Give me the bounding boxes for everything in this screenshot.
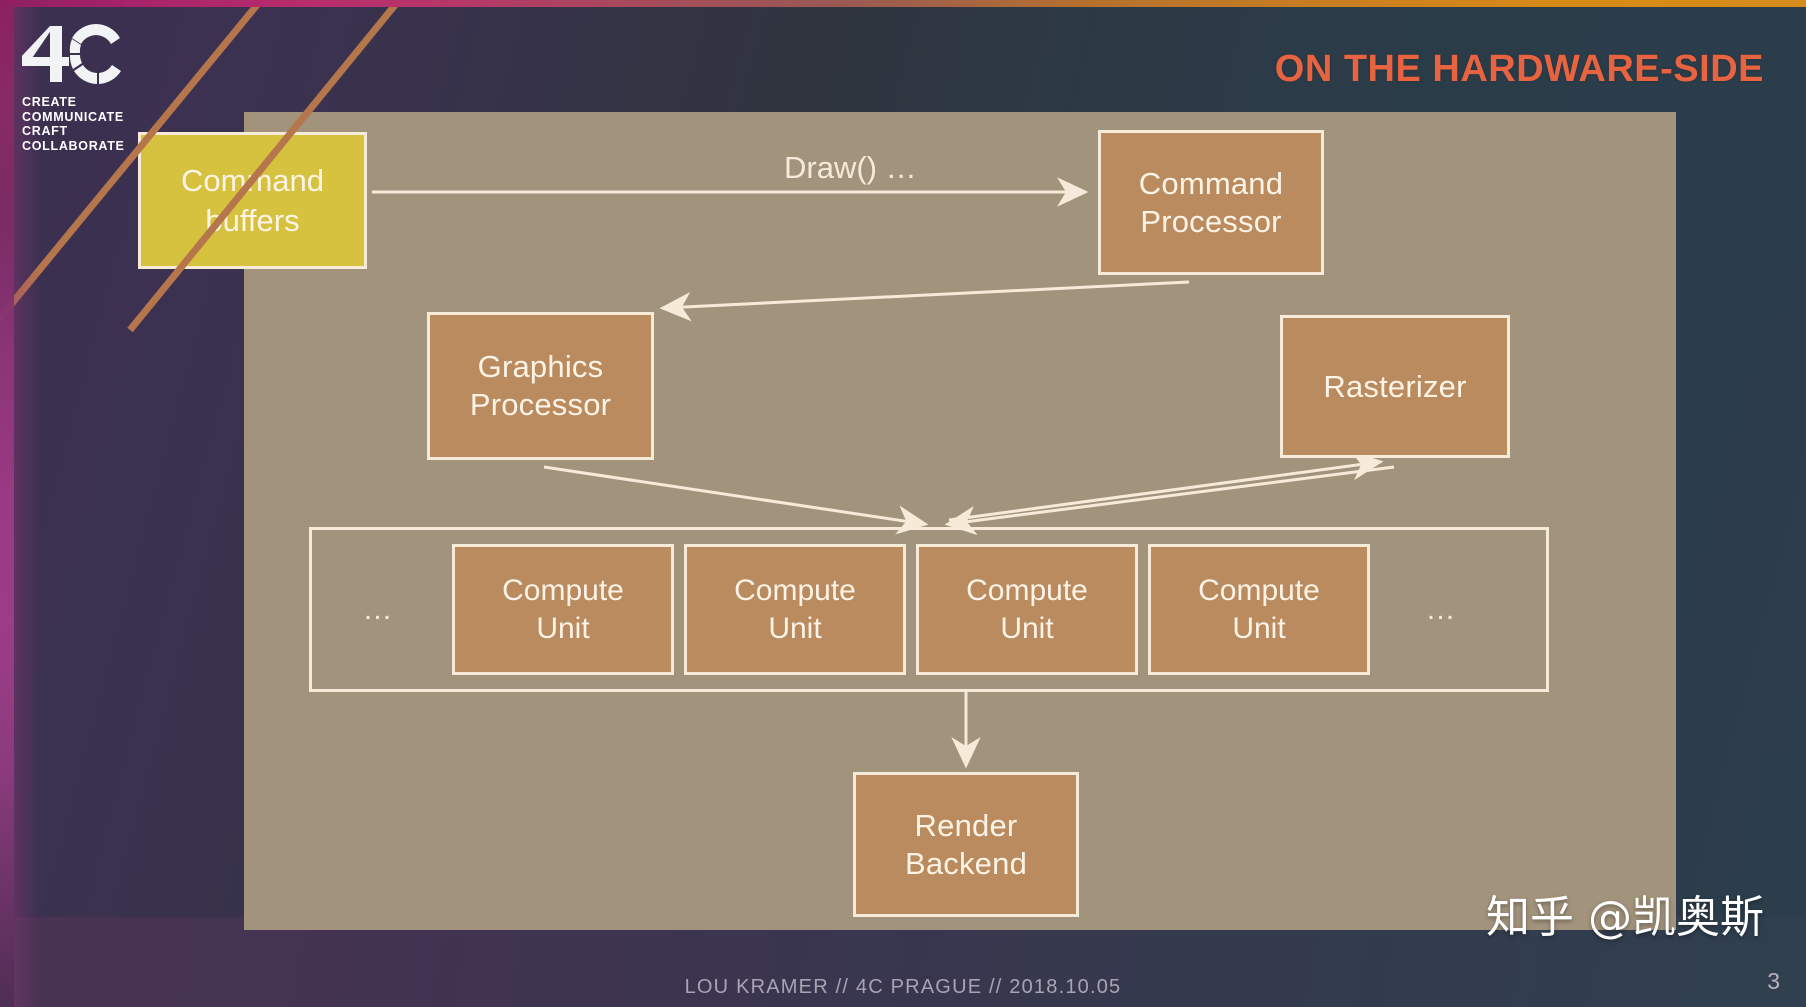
left-accent-stripe bbox=[0, 0, 14, 1007]
arrow-rasterizer-to-compute bbox=[944, 465, 1395, 536]
brand-logo: CREATE COMMUNICATE CRAFT COLLABORATE bbox=[22, 24, 162, 153]
node-compute-unit[interactable]: Compute Unit bbox=[684, 544, 906, 675]
hardware-diagram-panel: Draw() … Command Processor Graphics Proc… bbox=[244, 112, 1676, 930]
watermark: 知乎 @凯奥斯 bbox=[1486, 892, 1764, 943]
node-command-buffers[interactable]: Command buffers bbox=[138, 132, 367, 269]
draw-call-label: Draw() … bbox=[784, 150, 917, 185]
node-rasterizer[interactable]: Rasterizer bbox=[1280, 315, 1510, 458]
node-compute-unit[interactable]: Compute Unit bbox=[1148, 544, 1370, 675]
page-number: 3 bbox=[1767, 968, 1780, 994]
node-graphics-processor[interactable]: Graphics Processor bbox=[427, 312, 654, 460]
node-compute-unit[interactable]: Compute Unit bbox=[916, 544, 1138, 675]
compute-unit-array: … Compute Unit Compute Unit Compute Unit… bbox=[309, 527, 1549, 692]
arrow-compute-to-rasterizer bbox=[948, 451, 1384, 522]
slide-canvas: CREATE COMMUNICATE CRAFT COLLABORATE ON … bbox=[0, 0, 1806, 1007]
node-compute-unit[interactable]: Compute Unit bbox=[452, 544, 674, 675]
logo-tagline: CREATE COMMUNICATE CRAFT COLLABORATE bbox=[22, 95, 125, 153]
page-title: ON THE HARDWARE-SIDE bbox=[1274, 48, 1764, 90]
node-render-backend[interactable]: Render Backend bbox=[853, 772, 1079, 917]
arrow-graphics-to-compute bbox=[543, 465, 929, 535]
compute-array-ellipsis-right: … bbox=[1425, 592, 1460, 626]
compute-array-ellipsis-left: … bbox=[362, 592, 397, 626]
footer-credits: LOU KRAMER // 4C PRAGUE // 2018.10.05 bbox=[684, 976, 1122, 998]
node-command-processor[interactable]: Command Processor bbox=[1098, 130, 1324, 275]
top-accent-strip bbox=[0, 0, 1806, 7]
logo-4c-icon bbox=[22, 24, 121, 84]
arrow-command-to-graphics-processor bbox=[659, 280, 1190, 322]
